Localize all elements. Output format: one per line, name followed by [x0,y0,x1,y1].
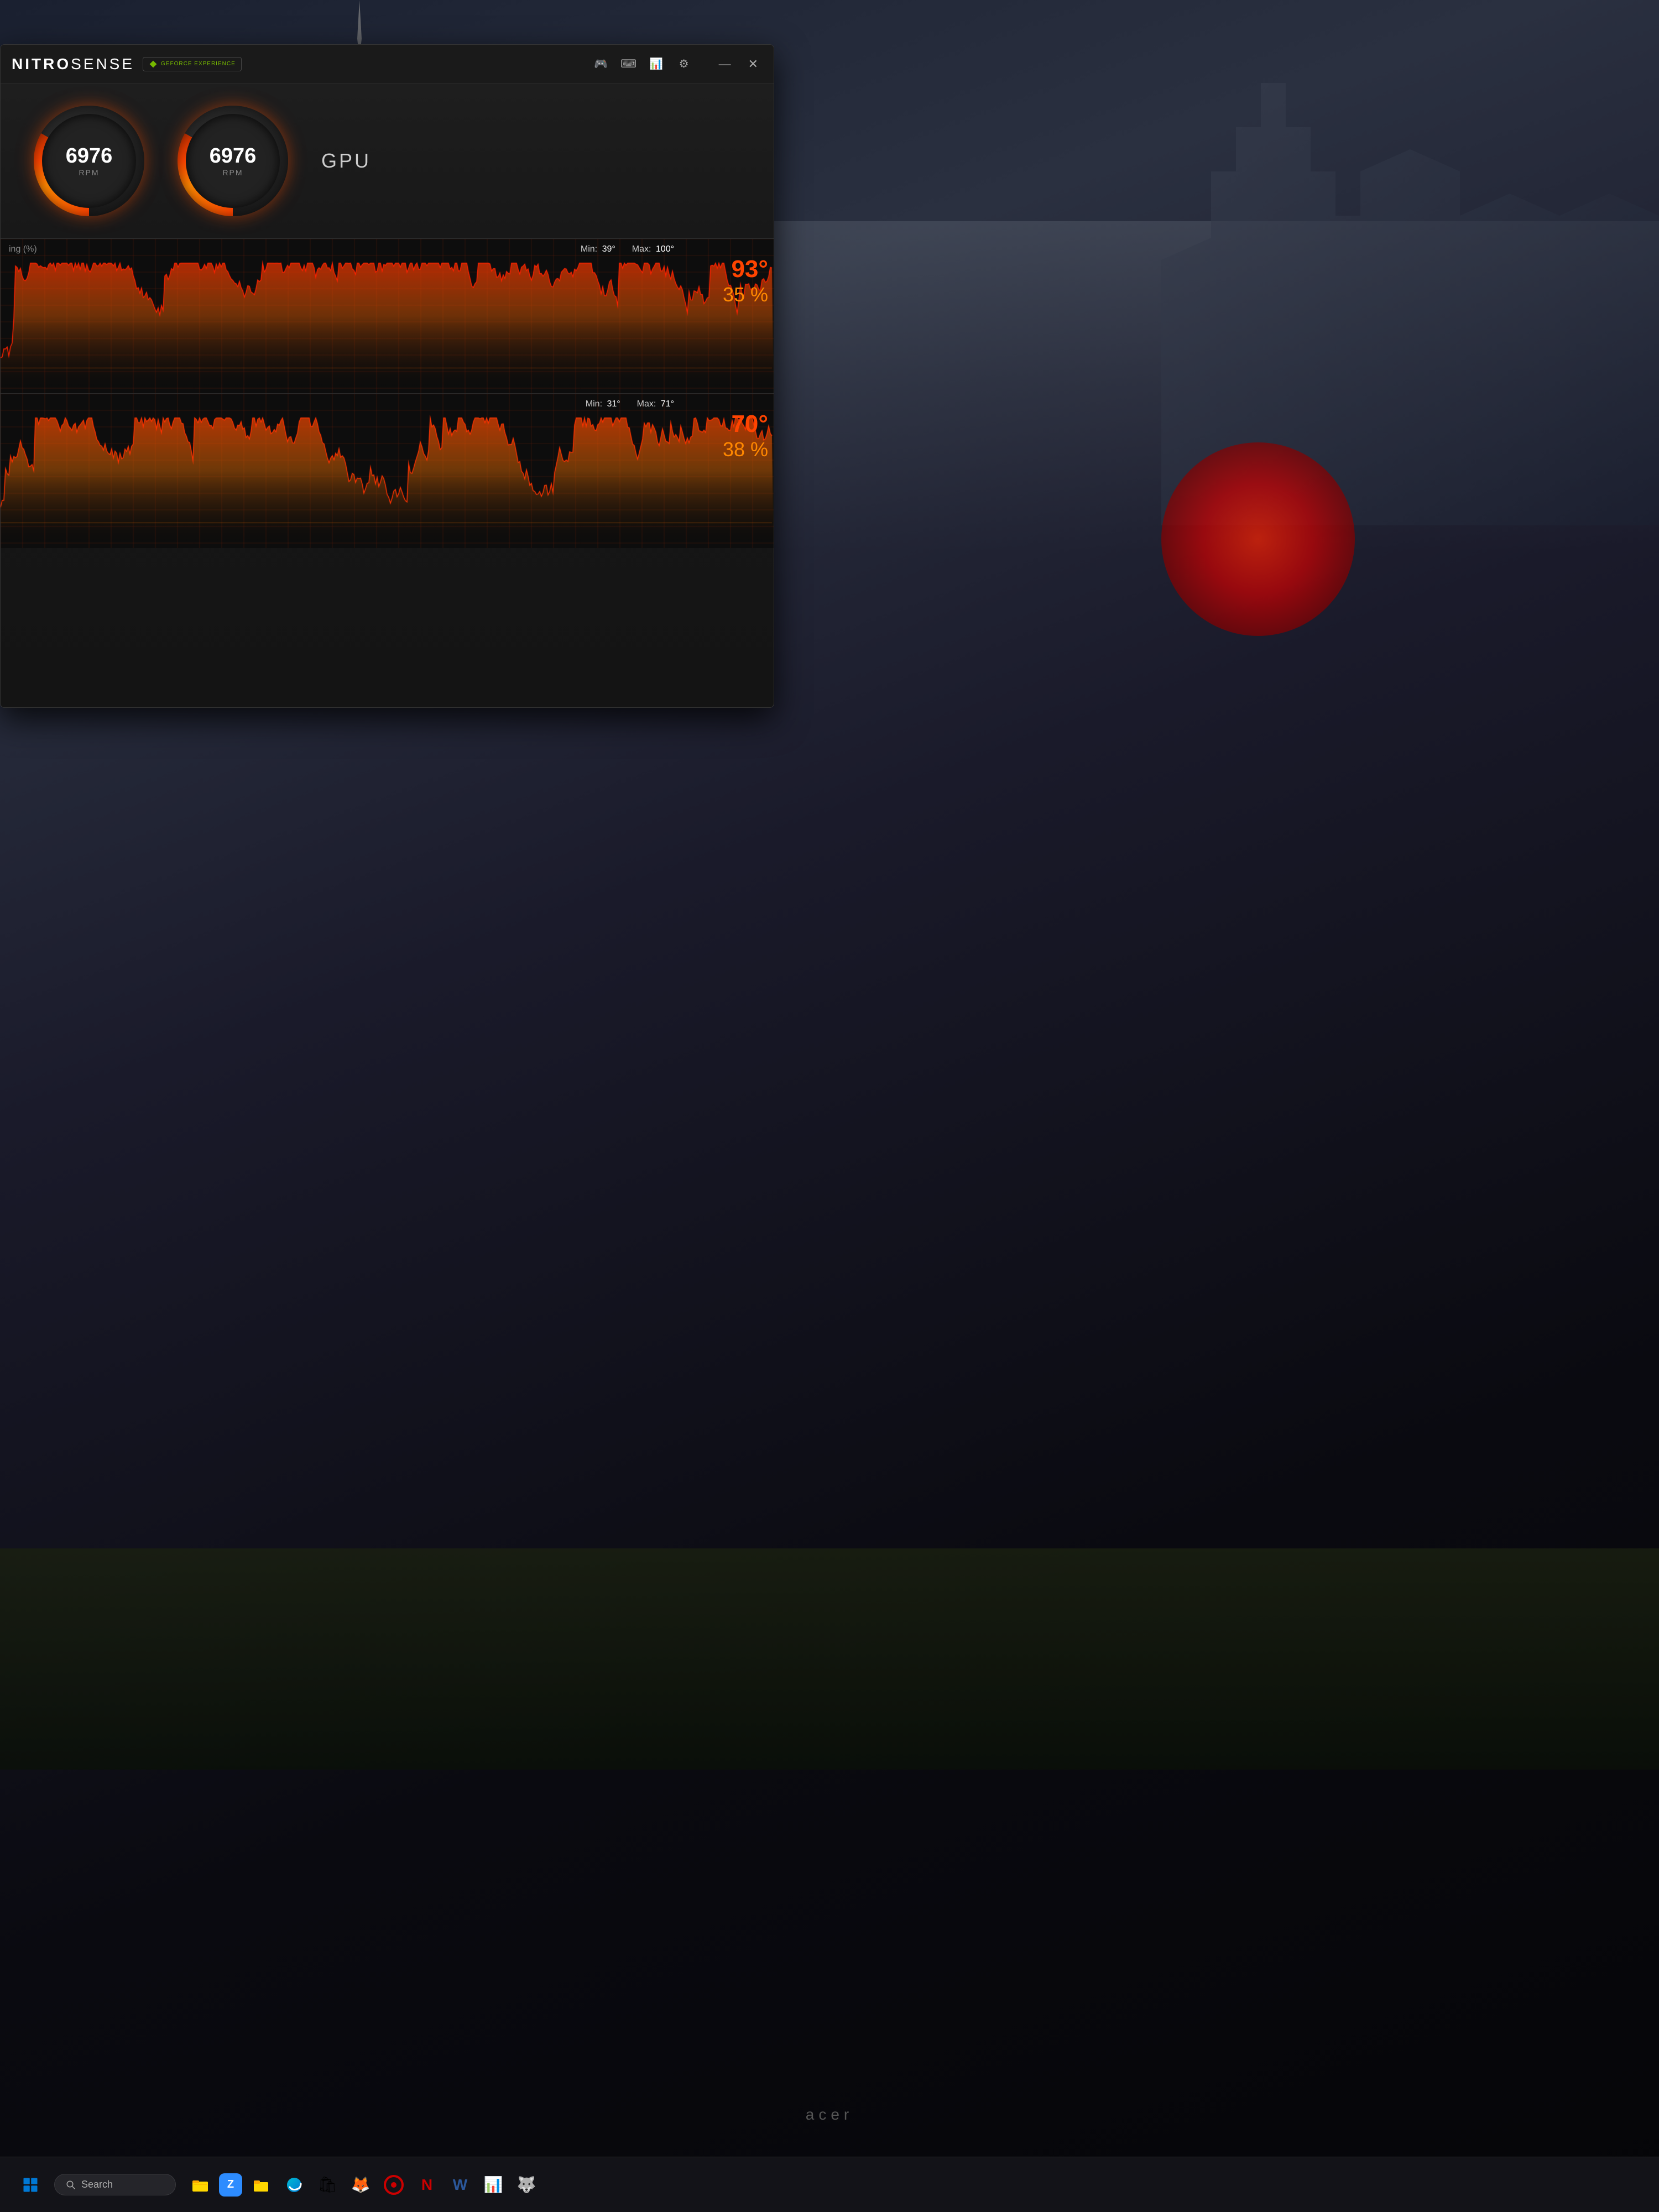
graph-panel-2: Min: 31° Max: 71° 70° 38 % [1,393,774,548]
graph-panel-1: ing (%) Min: 39° Max: 100° 93° 35 % [1,238,774,393]
fan-gauge-2: 6976 RPM [178,106,288,216]
start-button[interactable] [17,2171,44,2199]
geforce-label: GEFORCE EXPERIENCE [161,61,236,67]
taskbar-chart[interactable]: 📊 [479,2171,508,2199]
desktop: NITROSENSE GEFORCE EXPERIENCE 🎮 ⌨ 📊 ⚙ — … [0,0,1659,2212]
nitrosense-n-icon: N [421,2176,432,2194]
graph-temp-1: 93° [723,255,768,283]
graph-temp-2: 70° [723,410,768,438]
minimize-button[interactable]: — [714,56,735,72]
graph-canvas-2 [1,394,774,548]
search-icon [66,2180,76,2190]
geforce-badge[interactable]: GEFORCE EXPERIENCE [143,57,242,71]
graph-max-label-1: Max: 100° [632,244,674,254]
taskbar-edge[interactable] [280,2171,309,2199]
file-explorer-icon [191,2176,209,2194]
controller-icon[interactable]: 🎮 [593,56,609,72]
store-icon: 🛍 [317,2176,337,2194]
graph-max-label-2: Max: 71° [637,399,674,409]
graph-stats-2: Min: 31° Max: 71° [586,399,674,409]
keyboard-icon[interactable]: ⌨ [620,56,637,72]
app-title: NITROSENSE [12,55,134,73]
search-label: Search [81,2179,113,2190]
geforce-icon [149,60,158,69]
bg-red-circle [1161,442,1355,636]
nitrosense-window: NITROSENSE GEFORCE EXPERIENCE 🎮 ⌨ 📊 ⚙ — … [0,44,774,708]
taskbar-store[interactable]: 🛍 [313,2171,342,2199]
graph-pct-2: 38 % [723,438,768,461]
close-button[interactable]: ✕ [744,56,763,72]
firefox-icon: 🦊 [351,2176,371,2194]
fan-ring-inner-1: 6976 RPM [42,114,136,208]
graph-stats-1: Min: 39° Max: 100° [581,244,674,254]
title-suffix: SENSE [71,55,134,72]
taskbar-file-explorer[interactable] [186,2171,215,2199]
taskbar-zoom[interactable]: Z [219,2173,242,2197]
waveform-icon[interactable]: 📊 [648,56,665,72]
taskbar: Search Z [0,2157,1659,2212]
graph-section: ing (%) Min: 39° Max: 100° 93° 35 % [1,238,774,548]
fan-rpm-1: 6976 [66,144,113,168]
fan-ring-inner-2: 6976 RPM [186,114,280,208]
fan-unit-2: RPM [222,168,243,177]
taskbar-search-bar[interactable]: Search [54,2174,176,2195]
taskbar-circle-app[interactable] [379,2171,408,2199]
gpu-label: GPU [321,149,371,173]
window-controls: — ✕ [714,56,763,72]
graph-min-label-2: Min: 31° [586,399,620,409]
zoom-label: Z [227,2178,234,2191]
taskbar-wolf[interactable]: 🐺 [512,2171,541,2199]
fan-section: 6976 RPM 6976 RPM GPU [1,84,774,238]
settings-icon[interactable]: ⚙ [676,56,692,72]
fan-gauge-1: 6976 RPM [34,106,144,216]
graph-label-1: ing (%) [9,244,37,254]
fan-rpm-2: 6976 [210,144,257,168]
taskbar-word[interactable]: W [446,2171,474,2199]
chart-icon: 📊 [484,2176,503,2194]
taskbar-nitrosense[interactable]: N [413,2171,441,2199]
bg-ground [0,1548,1659,1770]
graph-canvas-1 [1,239,774,393]
laptop-brand: acer [806,2106,853,2124]
windows-icon [22,2177,39,2193]
wolf-icon: 🐺 [517,2176,536,2194]
graph-values-2: 70° 38 % [723,410,768,461]
fan-unit-1: RPM [79,168,99,177]
circle-app-icon [384,2175,404,2195]
taskbar-firefox[interactable]: 🦊 [346,2171,375,2199]
graph-min-label-1: Min: 39° [581,244,615,254]
edge-icon [285,2176,303,2194]
graph-values-1: 93° 35 % [723,255,768,306]
title-prefix: NITRO [12,55,71,72]
title-icons: 🎮 ⌨ 📊 ⚙ — ✕ [593,56,763,72]
title-bar: NITROSENSE GEFORCE EXPERIENCE 🎮 ⌨ 📊 ⚙ — … [1,45,774,84]
graph-pct-1: 35 % [723,283,768,306]
word-icon: W [453,2176,467,2194]
files-icon [252,2176,270,2194]
taskbar-files[interactable] [247,2171,275,2199]
title-left: NITROSENSE GEFORCE EXPERIENCE [12,55,242,73]
